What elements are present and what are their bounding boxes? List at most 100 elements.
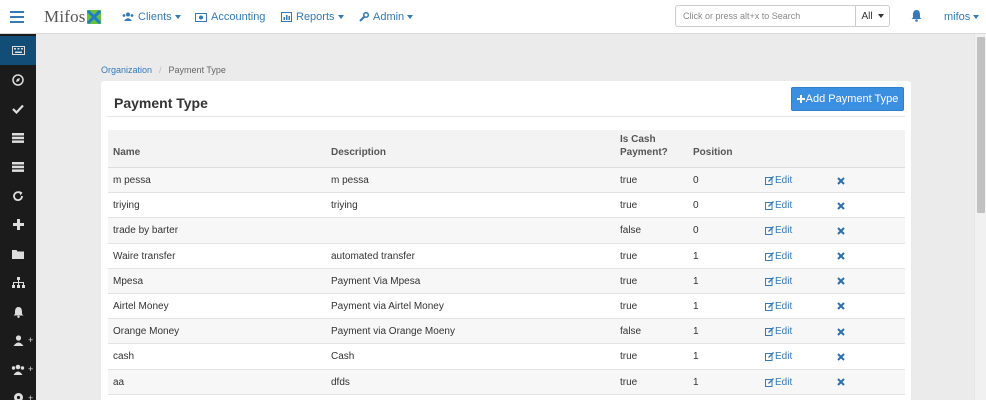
table-row: Waire transfer automated transfer true 1 Edi… [108,243,905,269]
delete-icon[interactable] [837,302,845,311]
edit-button[interactable]: Edit [765,251,792,262]
nav-clients[interactable]: Clients [122,0,181,34]
cell-is-cash: true [620,175,638,186]
edit-button[interactable]: Edit [765,276,792,287]
cell-name: Airtel Money [113,300,169,312]
sidebar-item-keyboard[interactable] [0,36,36,65]
sidebar-item-add-group[interactable]: + [0,355,36,384]
cell-name: cash [113,351,135,363]
edit-label: Edit [775,225,793,237]
cell-description: Payment Via Mpesa [331,275,421,287]
cell-name: Waire transfer [113,250,176,262]
sidebar-item-list[interactable] [0,123,36,152]
user-name: mifos [944,11,971,23]
column-header-name[interactable]: Name [113,146,140,159]
table-header: Name Description Is Cash Payment? Positi… [108,130,905,168]
edit-cell: Edit [765,269,792,294]
sitemap-icon [11,277,25,288]
delete-icon[interactable] [837,277,845,285]
edit-icon [765,327,774,337]
edit-cell: Edit [765,244,792,269]
sidebar-item-list-2[interactable] [0,152,36,181]
plus-icon: + [28,335,34,345]
add-payment-type-button[interactable]: Add Payment Type [791,87,904,111]
edit-button[interactable]: Edit [765,200,792,211]
sidebar-item-dashboard[interactable] [0,65,36,94]
menu-toggle-button[interactable] [0,0,34,34]
edit-icon [765,176,774,185]
cell-description: Payment via Airtel Money [331,300,444,312]
sidebar-item-add-center[interactable]: + [0,384,36,400]
edit-button[interactable]: Edit [765,377,792,388]
sidebar-item-add-client[interactable]: + [0,326,36,355]
column-header-is-cash[interactable]: Is Cash Payment? [620,133,668,159]
notifications-button[interactable] [911,9,922,25]
wrench-icon [359,12,369,22]
cell-name: Mpesa [113,275,144,287]
delete-cell [837,218,845,243]
edit-button[interactable]: Edit [765,301,792,312]
users-icon [122,12,134,21]
edit-icon [765,226,774,236]
nav-reports[interactable]: Reports [281,0,344,34]
plus-icon: + [28,393,34,400]
user-menu[interactable]: mifos [944,0,980,34]
edit-button[interactable]: Edit [765,351,792,362]
sidebar-item-refresh[interactable] [0,181,36,210]
sidebar-item-folder[interactable] [0,239,36,268]
delete-icon[interactable] [837,327,845,336]
edit-button[interactable]: Edit [765,225,792,236]
cell-position: 1 [693,250,699,262]
column-header-description[interactable]: Description [331,146,386,159]
search-input[interactable] [675,5,856,27]
breadcrumb-organization-link[interactable]: Organization [101,65,152,75]
edit-icon [765,301,774,311]
cell-description: automated transfer [331,250,415,262]
scrollbar-thumb[interactable] [977,37,985,213]
app-logo[interactable]: Mifos [44,7,101,27]
nav-reports-label: Reports [296,11,335,23]
hamburger-icon [10,11,24,23]
delete-cell [837,193,845,218]
column-header-position[interactable]: Position [693,146,732,159]
cell-name: triying [113,200,140,212]
sidebar-item-hierarchy[interactable] [0,268,36,297]
chevron-down-icon [407,15,414,19]
delete-icon[interactable] [837,252,845,260]
page-scrollbar[interactable] [974,34,986,400]
search-scope-value: All [861,10,873,22]
edit-label: Edit [775,250,793,262]
cell-is-cash: true [620,351,638,363]
server-icon [12,161,24,172]
cell-name: trade by barter [113,225,179,237]
sidebar-item-notifications[interactable] [0,297,36,326]
sidebar-item-tasks[interactable] [0,94,36,123]
delete-icon[interactable] [837,201,845,210]
payment-type-panel: Payment Type Add Payment Type Name Descr… [101,81,911,400]
nav-accounting[interactable]: Accounting [195,0,265,34]
delete-icon[interactable] [837,176,845,185]
money-icon [195,12,207,22]
delete-icon[interactable] [837,378,845,386]
cell-name: m pessa [113,175,151,186]
edit-button[interactable]: Edit [765,175,792,186]
nav-admin[interactable]: Admin [359,0,414,34]
table-row: Airtel Money Payment via Airtel Money true… [108,293,905,320]
search-scope-select[interactable]: All [855,5,890,27]
delete-icon[interactable] [837,227,845,235]
edit-cell: Edit [765,168,792,193]
edit-cell: Edit [765,319,792,344]
edit-cell: Edit [765,344,792,369]
delete-cell [837,319,845,344]
keyboard-icon [11,46,25,55]
edit-cell: Edit [765,193,792,218]
edit-button[interactable]: Edit [765,326,792,337]
nav-admin-label: Admin [373,11,405,23]
edit-label: Edit [775,200,793,212]
delete-icon[interactable] [837,353,845,361]
edit-icon [765,251,774,261]
cell-description: triying [331,200,358,212]
cell-is-cash: false [620,326,642,338]
column-header-is-cash-line1: Is Cash [620,134,656,145]
sidebar-item-add[interactable] [0,210,36,239]
